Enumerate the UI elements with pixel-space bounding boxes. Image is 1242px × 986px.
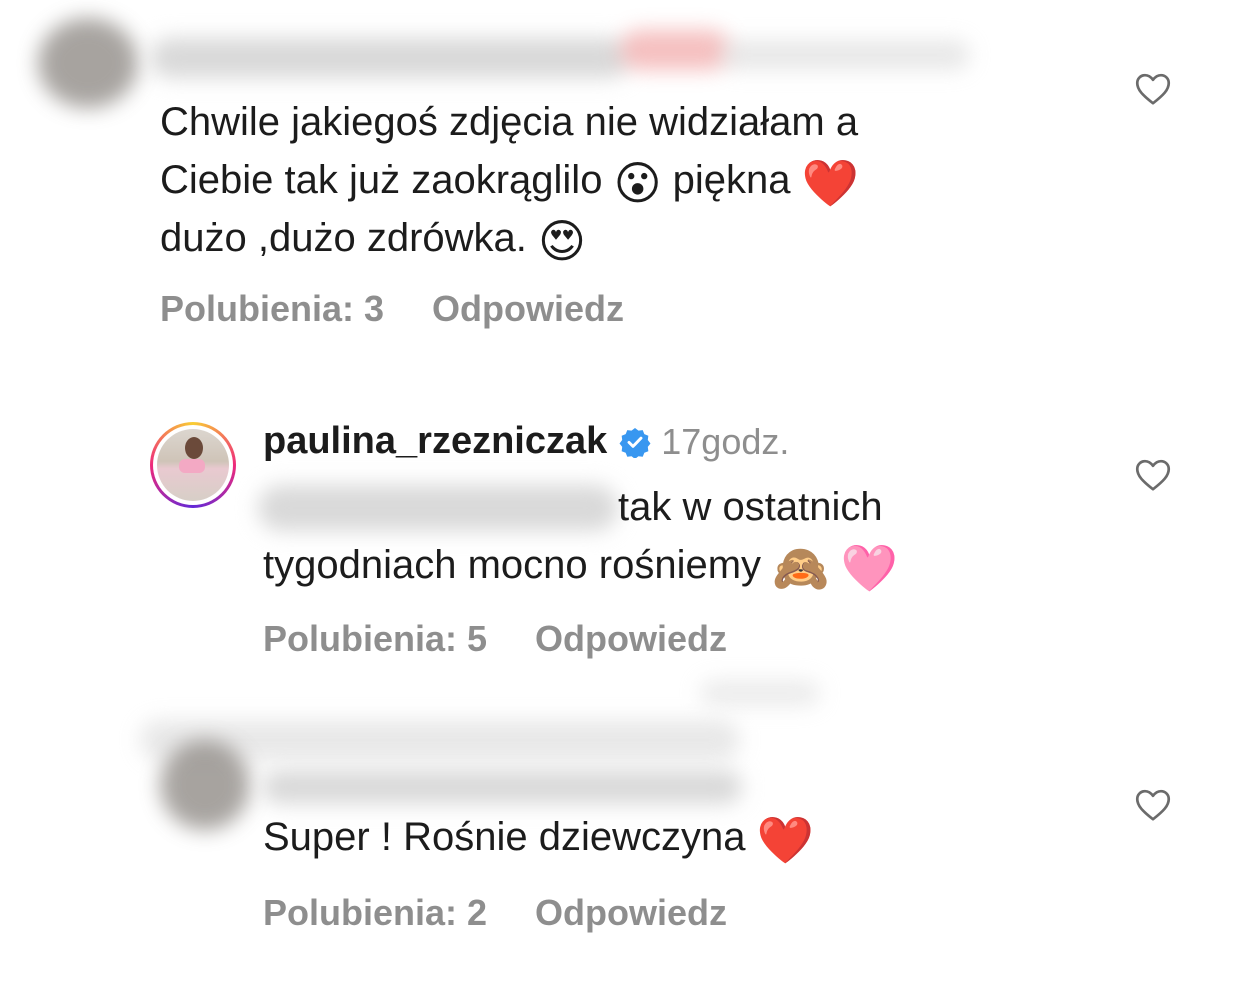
red-heart-emoji: ❤️: [756, 814, 814, 866]
redacted-highlight: [620, 30, 730, 70]
comment-header: paulina_rzezniczak 17godz.: [263, 420, 789, 463]
avatar-photo: [157, 429, 229, 501]
comment-line: Ciebie tak już zaokrąglilo 😮 piękna ❤️: [160, 157, 859, 209]
redacted-avatar: [38, 18, 138, 108]
avatar-border: [153, 425, 233, 505]
likes-count-link[interactable]: Polubienia: 5: [263, 618, 487, 659]
comment-line: Super ! Rośnie dziewczyna ❤️: [263, 814, 814, 866]
reply-button[interactable]: Odpowiedz: [432, 288, 624, 329]
redacted-avatar: [160, 740, 250, 830]
reply-button[interactable]: Odpowiedz: [535, 892, 727, 933]
heart-eyes-emoji: 😍: [538, 215, 586, 267]
astonished-face-emoji: 😮: [613, 157, 662, 209]
username-link[interactable]: paulina_rzezniczak: [263, 420, 607, 463]
pink-heart-emoji: 🩷: [840, 542, 898, 594]
heart-outline-icon[interactable]: [1135, 72, 1171, 106]
avatar[interactable]: [150, 422, 236, 508]
heart-outline-icon[interactable]: [1135, 788, 1171, 822]
comment-meta: Polubienia: 5 Odpowiedz: [263, 618, 727, 660]
likes-count-link[interactable]: Polubienia: 3: [160, 288, 384, 329]
comment-meta: Polubienia: 2 Odpowiedz: [263, 892, 727, 934]
reply-button[interactable]: Odpowiedz: [535, 618, 727, 659]
comments-screen: Chwile jakiegoś zdjęcia nie widziałam a …: [0, 0, 1242, 986]
redacted-username: [262, 770, 742, 804]
reply-body: tak w ostatnich tygodniach mocno rośniem…: [263, 478, 898, 594]
comment-line: tak w ostatnich: [618, 485, 883, 529]
comment-meta: Polubienia: 3 Odpowiedz: [160, 288, 624, 330]
heart-outline-icon[interactable]: [1135, 458, 1171, 492]
verified-badge-icon: [619, 427, 651, 458]
redacted-username: [150, 38, 630, 78]
comment-body: Super ! Rośnie dziewczyna ❤️: [263, 808, 814, 866]
redacted-username-ext: [720, 40, 970, 70]
comment-line: tygodniach mocno rośniemy 🙈 🩷: [263, 542, 898, 594]
likes-count-link[interactable]: Polubienia: 2: [263, 892, 487, 933]
red-heart-emoji: ❤️: [801, 157, 859, 209]
comment-body: Chwile jakiegoś zdjęcia nie widziałam a …: [160, 93, 859, 267]
comment-timestamp: 17godz.: [661, 420, 790, 462]
see-no-evil-monkey-emoji: 🙈: [772, 542, 830, 594]
comment-line: dużo ,dużo zdrówka. 😍: [160, 215, 586, 267]
comment-line: Chwile jakiegoś zdjęcia nie widziałam a: [160, 100, 859, 144]
redacted-top-edge: [700, 680, 820, 706]
